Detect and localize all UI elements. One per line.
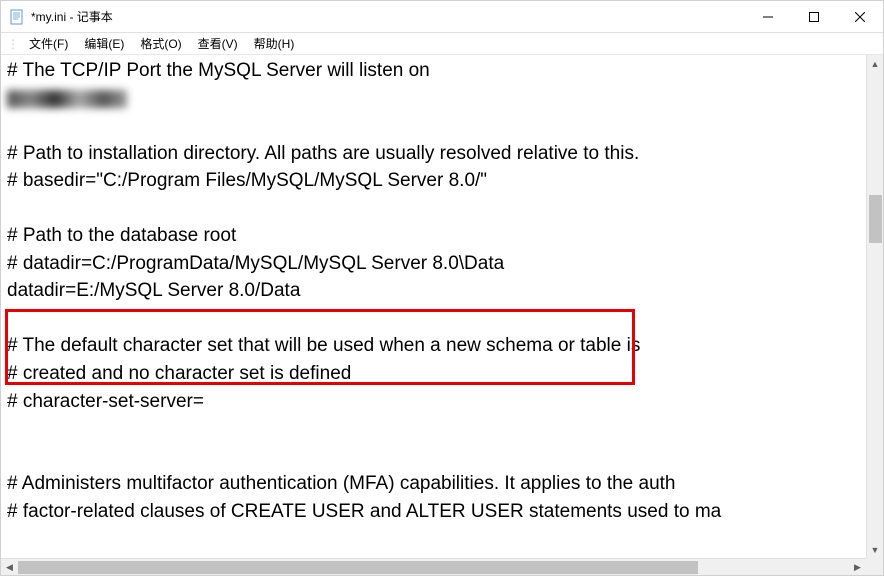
close-button[interactable] <box>837 1 883 32</box>
editor-line: # datadir=C:/ProgramData/MySQL/MySQL Ser… <box>7 250 860 278</box>
menubar: ⋮ 文件(F) 编辑(E) 格式(O) 查看(V) 帮助(H) <box>1 33 883 55</box>
notepad-icon <box>9 9 25 25</box>
menu-view[interactable]: 查看(V) <box>190 33 246 54</box>
window-controls <box>745 1 883 32</box>
editor-line: # The TCP/IP Port the MySQL Server will … <box>7 57 860 85</box>
scrollbar-corner <box>866 558 883 575</box>
titlebar[interactable]: *my.ini - 记事本 <box>1 1 883 33</box>
menu-format[interactable]: 格式(O) <box>132 33 189 54</box>
notepad-window: *my.ini - 记事本 ⋮ 文件(F) 编辑(E) 格式(O) 查看(V) … <box>0 0 884 576</box>
editor-line: # factor-related clauses of CREATE USER … <box>7 498 860 526</box>
editor-line: # Path to installation directory. All pa… <box>7 140 860 168</box>
scroll-left-arrow-icon[interactable]: ◀ <box>1 559 18 575</box>
editor-line <box>7 305 860 333</box>
menu-file[interactable]: 文件(F) <box>21 33 76 54</box>
menubar-grip: ⋮ <box>7 37 19 51</box>
editor-line: # created and no character set is define… <box>7 360 860 388</box>
redacted-text: xxxxxxx <box>7 90 127 108</box>
menu-help[interactable]: 帮助(H) <box>246 33 303 54</box>
editor-line: # Path to the database root <box>7 222 860 250</box>
scroll-down-arrow-icon[interactable]: ▼ <box>867 541 883 558</box>
maximize-button[interactable] <box>791 1 837 32</box>
text-editor[interactable]: # The TCP/IP Port the MySQL Server will … <box>1 55 866 527</box>
editor-line <box>7 415 860 443</box>
editor-wrapper: # The TCP/IP Port the MySQL Server will … <box>1 55 866 558</box>
vertical-scrollbar[interactable]: ▲ ▼ <box>866 55 883 558</box>
vertical-scroll-thumb[interactable] <box>869 195 882 243</box>
editor-line <box>7 112 860 140</box>
menu-edit[interactable]: 编辑(E) <box>76 33 132 54</box>
scroll-right-arrow-icon[interactable]: ▶ <box>849 559 866 575</box>
editor-line <box>7 443 860 471</box>
editor-line: # basedir="C:/Program Files/MySQL/MySQL … <box>7 167 860 195</box>
scroll-up-arrow-icon[interactable]: ▲ <box>867 55 883 72</box>
horizontal-scroll-thumb[interactable] <box>18 561 698 574</box>
editor-line: # The default character set that will be… <box>7 332 860 360</box>
editor-line: datadir=E:/MySQL Server 8.0/Data <box>7 277 860 305</box>
content-area: # The TCP/IP Port the MySQL Server will … <box>1 55 883 575</box>
minimize-button[interactable] <box>745 1 791 32</box>
editor-line: xxxxxxx <box>7 85 860 113</box>
window-title: *my.ini - 记事本 <box>31 8 745 25</box>
editor-line: # Administers multifactor authentication… <box>7 470 860 498</box>
horizontal-scrollbar[interactable]: ◀ ▶ <box>1 558 866 575</box>
editor-line: # character-set-server= <box>7 388 860 416</box>
editor-line <box>7 195 860 223</box>
